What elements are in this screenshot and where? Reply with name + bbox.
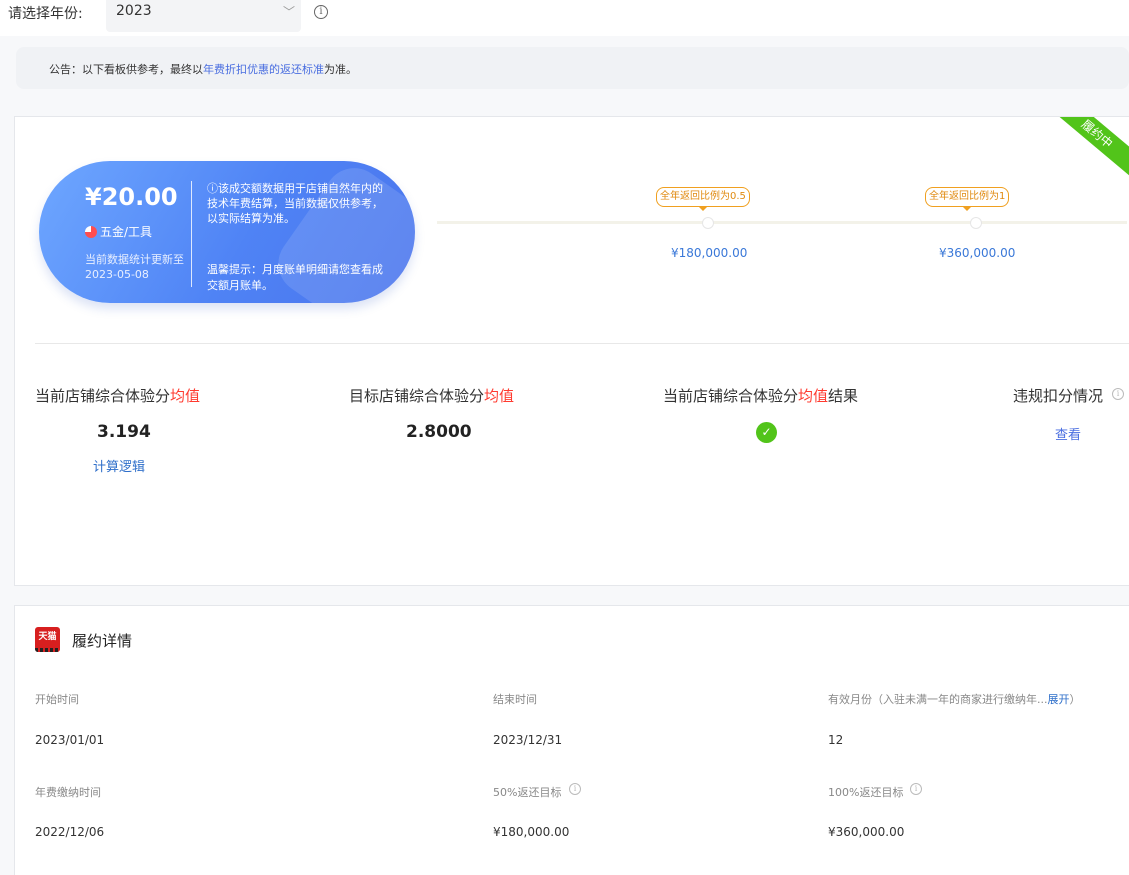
target-score-label-highlight: 均值 — [484, 387, 515, 405]
data-description: ⓘ该成交额数据用于店铺自然年内的技术年费结算，当前数据仅供参考，以实际结算为准。 — [207, 182, 383, 225]
turnover-amount: ¥20.00 — [85, 183, 178, 211]
fulfillment-detail-card: 天猫 履约详情 开始时间 2023/01/01 结束时间 2023/12/31 … — [14, 605, 1129, 875]
valid-months-label: 有效月份（入驻未满一年的商家进行缴纳年...展开） — [828, 691, 1081, 707]
current-score-value: 3.194 — [97, 422, 151, 442]
half-return-target-label: 50%返还目标 — [493, 786, 562, 799]
check-icon: ✓ — [756, 422, 777, 443]
info-icon[interactable]: i — [314, 5, 328, 19]
half-target-amount: ¥180,000.00 — [671, 246, 748, 260]
update-date: 当前数据统计更新至2023-05-08 — [85, 253, 184, 281]
year-row: 请选择年份: 2023 ﹀ i — [0, 0, 1129, 36]
start-time-label: 开始时间 — [35, 693, 79, 706]
notice-suffix: 为准。 — [324, 63, 357, 76]
score-result-label-highlight: 均值 — [798, 387, 829, 405]
end-time-label: 结束时间 — [493, 693, 537, 706]
full-target-amount: ¥360,000.00 — [939, 246, 1016, 260]
turnover-summary-pill: ¥20.00 五金/工具 当前数据统计更新至2023-05-08 ⓘ该成交额数据… — [39, 161, 415, 303]
target-score-value: 2.8000 — [406, 422, 472, 442]
tmall-icon: 天猫 — [35, 627, 60, 652]
half-return-target-value: ¥180,000.00 — [493, 825, 570, 839]
progress-node-half — [702, 217, 714, 229]
current-score-label-highlight: 均值 — [170, 387, 201, 405]
full-return-badge: 全年返回比例为1 — [925, 187, 1010, 211]
progress-node-full — [970, 217, 982, 229]
start-time-value: 2023/01/01 — [35, 733, 105, 747]
half-return-info-icon[interactable]: i — [569, 783, 581, 795]
progress-track — [437, 221, 1127, 224]
violation-label: 违规扣分情况 — [1013, 387, 1104, 405]
chevron-down-icon: ﹀ — [282, 5, 295, 19]
valid-months-label-suffix: ） — [1069, 693, 1081, 706]
half-return-badge: 全年返回比例为0.5 — [656, 187, 750, 211]
category-label: 五金/工具 — [100, 225, 153, 239]
violation-info-icon[interactable]: i — [1112, 388, 1124, 400]
score-result-label-text: 当前店铺综合体验分 — [663, 387, 799, 405]
full-return-target-label: 100%返还目标 — [828, 786, 904, 799]
pie-chart-icon — [85, 225, 97, 238]
view-violation-link[interactable]: 查看 — [1055, 424, 1081, 443]
fee-payment-time-label: 年费缴纳时间 — [35, 786, 101, 799]
status-ribbon: 履约中 — [1043, 117, 1129, 181]
score-result-label: 当前店铺综合体验分均值结果 — [663, 385, 858, 406]
full-return-target-value: ¥360,000.00 — [828, 825, 905, 839]
current-score-label-text: 当前店铺综合体验分 — [35, 387, 171, 405]
full-return-info-icon[interactable]: i — [910, 783, 922, 795]
year-select-value: 2023 — [116, 3, 152, 19]
score-result-label-suffix: 结果 — [828, 387, 859, 405]
target-score-label-text: 目标店铺综合体验分 — [349, 387, 485, 405]
end-time-value: 2023/12/31 — [493, 733, 563, 747]
valid-months-label-text: 有效月份（入驻未满一年的商家进行缴纳年... — [828, 693, 1048, 706]
notice-bar: 公告：以下看板供参考，最终以年费折扣优惠的返还标准为准。 — [16, 47, 1129, 89]
expand-link[interactable]: 展开 — [1048, 693, 1070, 706]
category-tag: 五金/工具 — [85, 223, 152, 240]
section-divider — [35, 343, 1129, 344]
valid-months-value: 12 — [828, 733, 844, 747]
notice-prefix: 公告：以下看板供参考，最终以 — [49, 63, 203, 76]
monthly-bill-tip: 温馨提示：月度账单明细请您查看成交额月账单。 — [207, 263, 383, 292]
current-score-label: 当前店铺综合体验分均值 — [35, 385, 200, 406]
calculation-logic-link[interactable]: 计算逻辑 — [93, 456, 145, 475]
detail-title: 履约详情 — [72, 632, 133, 650]
fee-progress-card: 履约中 ¥20.00 五金/工具 当前数据统计更新至2023-05-08 ⓘ该成… — [14, 116, 1129, 586]
pill-divider — [191, 181, 192, 287]
notice-link[interactable]: 年费折扣优惠的返还标准 — [203, 63, 324, 76]
year-select[interactable]: 2023 ﹀ — [106, 0, 301, 32]
year-select-label: 请选择年份: — [8, 6, 83, 22]
fee-payment-time-value: 2022/12/06 — [35, 825, 105, 839]
target-score-label: 目标店铺综合体验分均值 — [349, 385, 514, 406]
notice-text: 公告：以下看板供参考，最终以年费折扣优惠的返还标准为准。 — [49, 61, 357, 77]
